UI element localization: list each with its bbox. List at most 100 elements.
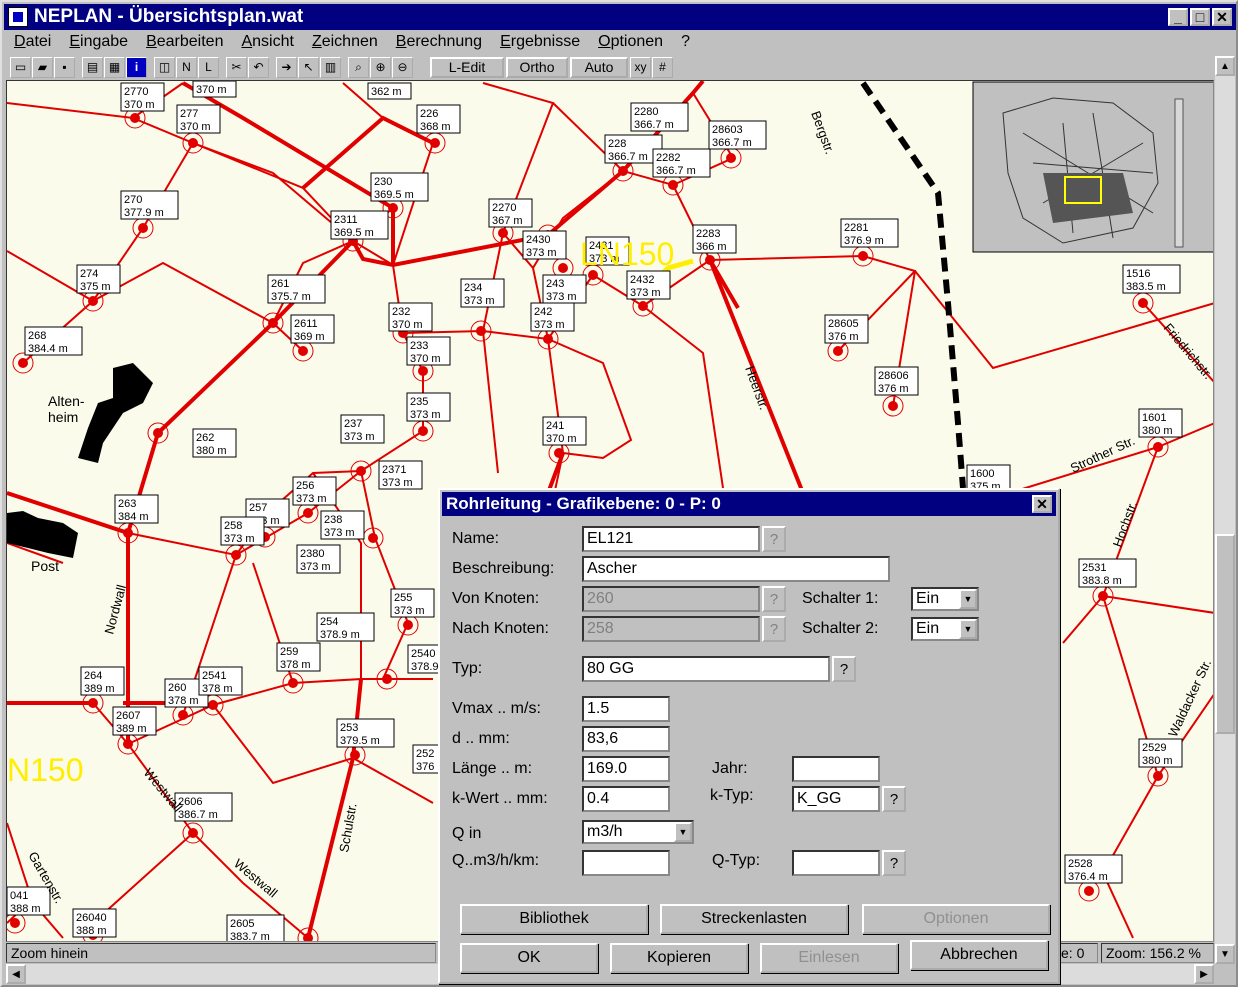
node-dot[interactable] <box>1153 771 1163 781</box>
node-dot[interactable] <box>188 138 198 148</box>
node-label-233[interactable]: 233370 m <box>406 336 451 366</box>
node-label-2283[interactable]: 2283366 m <box>692 224 737 254</box>
library-button[interactable]: Bibliothek <box>460 904 648 934</box>
node-label-2607[interactable]: 2607389 m <box>112 706 157 736</box>
node-label-237[interactable]: 237373 m <box>340 414 385 444</box>
node-label-263[interactable]: 263384 m <box>114 494 159 524</box>
xy-button[interactable]: xy <box>630 56 651 78</box>
cancel-button[interactable]: Abbrechen <box>910 940 1048 970</box>
node-dot[interactable] <box>18 358 28 368</box>
grid-icon[interactable]: # <box>652 56 673 78</box>
vertical-scroll-thumb[interactable] <box>1215 534 1235 734</box>
node-label-254[interactable]: 254378.9 m <box>316 612 375 642</box>
vmax-field[interactable]: 1.5 <box>582 696 670 722</box>
node-label-241[interactable]: 241370 m <box>542 416 587 446</box>
node-dot[interactable] <box>705 255 715 265</box>
chevron-down-icon[interactable]: ▼ <box>959 619 977 639</box>
node-label-2371[interactable]: 2371373 m <box>378 460 423 490</box>
description-field[interactable]: Ascher <box>582 556 890 582</box>
node-label-370-m[interactable]: 370 m <box>192 81 237 98</box>
node-dot[interactable] <box>418 426 428 436</box>
node-dot[interactable] <box>388 203 398 213</box>
node-dot[interactable] <box>303 508 313 518</box>
ok-button[interactable]: OK <box>460 943 598 973</box>
node-label-268[interactable]: 268384.4 m <box>24 326 83 356</box>
menu-eingabe[interactable]: Eingabe <box>69 33 128 51</box>
node-dot[interactable] <box>382 674 392 684</box>
node-dot[interactable] <box>350 750 360 760</box>
node-dot[interactable] <box>288 678 298 688</box>
q-type-field[interactable] <box>792 850 880 876</box>
zoom-window-icon[interactable]: ⌕ <box>348 56 369 78</box>
node-label-274[interactable]: 274375 m <box>76 264 121 294</box>
node-dot[interactable] <box>138 223 148 233</box>
k-type-help-button[interactable]: ? <box>882 786 906 812</box>
node-tool-icon[interactable]: ◫ <box>154 56 175 78</box>
node-label-230[interactable]: 230369.5 m <box>370 172 429 202</box>
name-help-button[interactable]: ? <box>762 526 786 552</box>
node-label-261[interactable]: 261375.7 m <box>267 274 326 304</box>
node-label-2270[interactable]: 2270367 m <box>488 198 533 228</box>
menu-zeichnen[interactable]: Zeichnen <box>312 33 378 51</box>
q-per-km-field[interactable] <box>582 850 670 876</box>
node-label-362-m[interactable]: 362 m <box>367 82 412 100</box>
close-button[interactable]: ✕ <box>1212 8 1232 26</box>
node-dot[interactable] <box>1084 886 1094 896</box>
diameter-field[interactable]: 83,6 <box>582 726 670 752</box>
node-label-26040[interactable]: 26040388 m <box>72 908 117 938</box>
node-label-253[interactable]: 253379.5 m <box>336 718 395 748</box>
node-dot[interactable] <box>430 138 440 148</box>
node-label-256[interactable]: 256373 m <box>292 476 337 506</box>
save-icon[interactable]: ▪ <box>54 56 75 78</box>
scroll-right-icon[interactable]: ▶ <box>1194 964 1214 984</box>
scroll-up-icon[interactable]: ▲ <box>1215 56 1235 76</box>
node-dot[interactable] <box>88 296 98 306</box>
node-dot[interactable] <box>231 550 241 560</box>
node-dot[interactable] <box>543 334 553 344</box>
node-label-2281[interactable]: 2281376.9 m <box>840 218 899 248</box>
node-label-232[interactable]: 232370 m <box>388 302 433 332</box>
node-label-28606[interactable]: 28606376 m <box>874 366 919 396</box>
scroll-down-icon[interactable]: ▼ <box>1215 944 1235 964</box>
node-label-1601[interactable]: 1601380 m <box>1138 408 1183 438</box>
node-dot[interactable] <box>888 401 898 411</box>
node-label-258[interactable]: 258373 m <box>220 516 265 546</box>
node-label-242[interactable]: 242373 m <box>530 302 575 332</box>
switch1-select[interactable]: Ein ▼ <box>911 587 979 611</box>
zoom-in-icon[interactable]: ⊕ <box>370 56 391 78</box>
switch2-select[interactable]: Ein ▼ <box>911 617 979 641</box>
maximize-button[interactable]: □ <box>1190 8 1210 26</box>
type-help-button[interactable]: ? <box>832 656 856 682</box>
l1-tool-icon[interactable]: L <box>198 56 219 78</box>
print-icon[interactable]: ▤ <box>82 56 103 78</box>
node-dot[interactable] <box>726 153 736 163</box>
node-dot[interactable] <box>418 366 428 376</box>
dialog-title-bar[interactable]: Rohrleitung - Grafikebene: 0 - P: 0 ✕ <box>442 492 1056 516</box>
ledit-button[interactable]: L-Edit <box>430 56 504 78</box>
node-label-243[interactable]: 243373 m <box>542 274 587 304</box>
node-dot[interactable] <box>268 318 278 328</box>
scroll-left-icon[interactable]: ◀ <box>6 964 26 984</box>
node-dot[interactable] <box>476 326 486 336</box>
table-icon[interactable]: ▥ <box>320 56 341 78</box>
node-label-2280[interactable]: 2280366.7 m <box>630 102 689 132</box>
overview-minimap[interactable] <box>972 81 1214 253</box>
node-dot[interactable] <box>130 113 140 123</box>
vertical-scrollbar[interactable]: ▲ ▼ <box>1215 56 1235 964</box>
node-label-270[interactable]: 270377.9 m <box>120 190 179 220</box>
node-dot[interactable] <box>558 263 568 273</box>
node-label-1516[interactable]: 1516383.5 m <box>1122 264 1181 294</box>
node-dot[interactable] <box>498 228 508 238</box>
k-value-field[interactable]: 0.4 <box>582 786 670 812</box>
dialog-close-button[interactable]: ✕ <box>1032 495 1052 513</box>
node-label-041[interactable]: 041388 m <box>7 886 51 916</box>
auto-button[interactable]: Auto <box>570 56 628 78</box>
menu-berechnung[interactable]: Berechnung <box>396 33 482 51</box>
new-file-icon[interactable]: ▭ <box>10 56 31 78</box>
node-label-238[interactable]: 238373 m <box>320 510 365 540</box>
menu-datei[interactable]: Datei <box>14 33 51 51</box>
node-label-264[interactable]: 264389 m <box>80 666 125 696</box>
q-type-help-button[interactable]: ? <box>882 850 906 876</box>
node-label-2528[interactable]: 2528376.4 m <box>1064 854 1123 884</box>
node-dot[interactable] <box>188 828 198 838</box>
